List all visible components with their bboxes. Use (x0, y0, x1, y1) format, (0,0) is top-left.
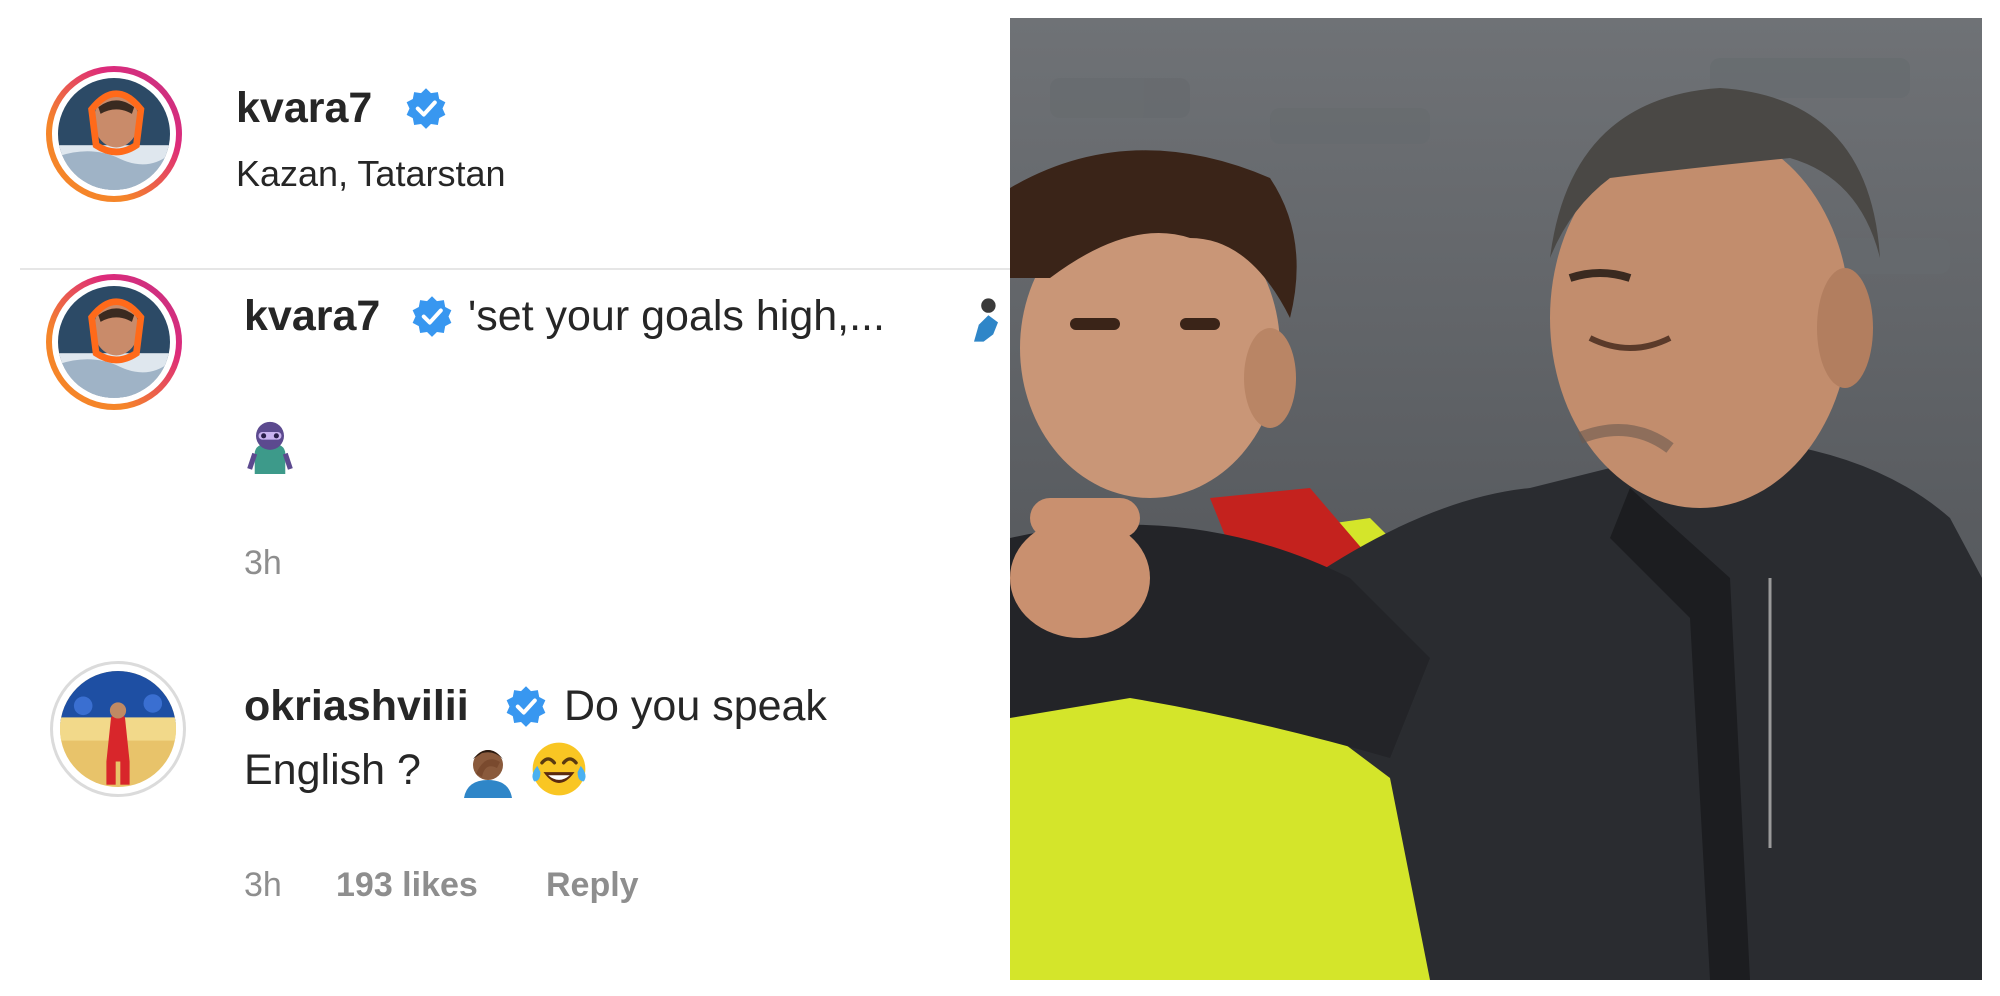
comment-likes[interactable]: 193 likes (336, 866, 478, 905)
post-author-username[interactable]: kvara7 (236, 84, 372, 133)
verified-badge-icon (406, 88, 446, 129)
runner-emoji-icon (974, 298, 998, 342)
tears-of-joy-emoji-icon (532, 742, 586, 796)
caption-author-avatar[interactable] (46, 274, 182, 410)
caption-timestamp[interactable]: 3h (244, 544, 282, 583)
avatar-image (58, 78, 170, 190)
facepalm-emoji-icon (464, 750, 512, 798)
photo-illustration (1010, 18, 1982, 980)
header-divider (20, 268, 1010, 270)
avatar-image (60, 671, 176, 787)
reply-button[interactable]: Reply (546, 866, 639, 905)
ninja-emoji-icon (247, 421, 293, 474)
comment-timestamp[interactable]: 3h (244, 866, 282, 905)
avatar-image (58, 286, 170, 398)
caption-text: 'set your goals high,... (468, 292, 885, 340)
comment-text-line1: Do you speak (564, 682, 827, 730)
verified-badge-icon (412, 296, 452, 337)
verified-badge-icon (506, 686, 546, 727)
post-author-avatar[interactable] (46, 66, 182, 202)
instagram-comments-panel: kvara7 Kazan, Tatarstan kvara7 'set your… (0, 0, 1010, 996)
post-location[interactable]: Kazan, Tatarstan (236, 153, 506, 195)
comment-text-line2: English ? (244, 746, 421, 794)
caption-username[interactable]: kvara7 (244, 292, 380, 341)
coach-photo (1010, 18, 1982, 980)
commenter-avatar[interactable] (50, 661, 186, 797)
commenter-username[interactable]: okriashvilii (244, 682, 469, 731)
